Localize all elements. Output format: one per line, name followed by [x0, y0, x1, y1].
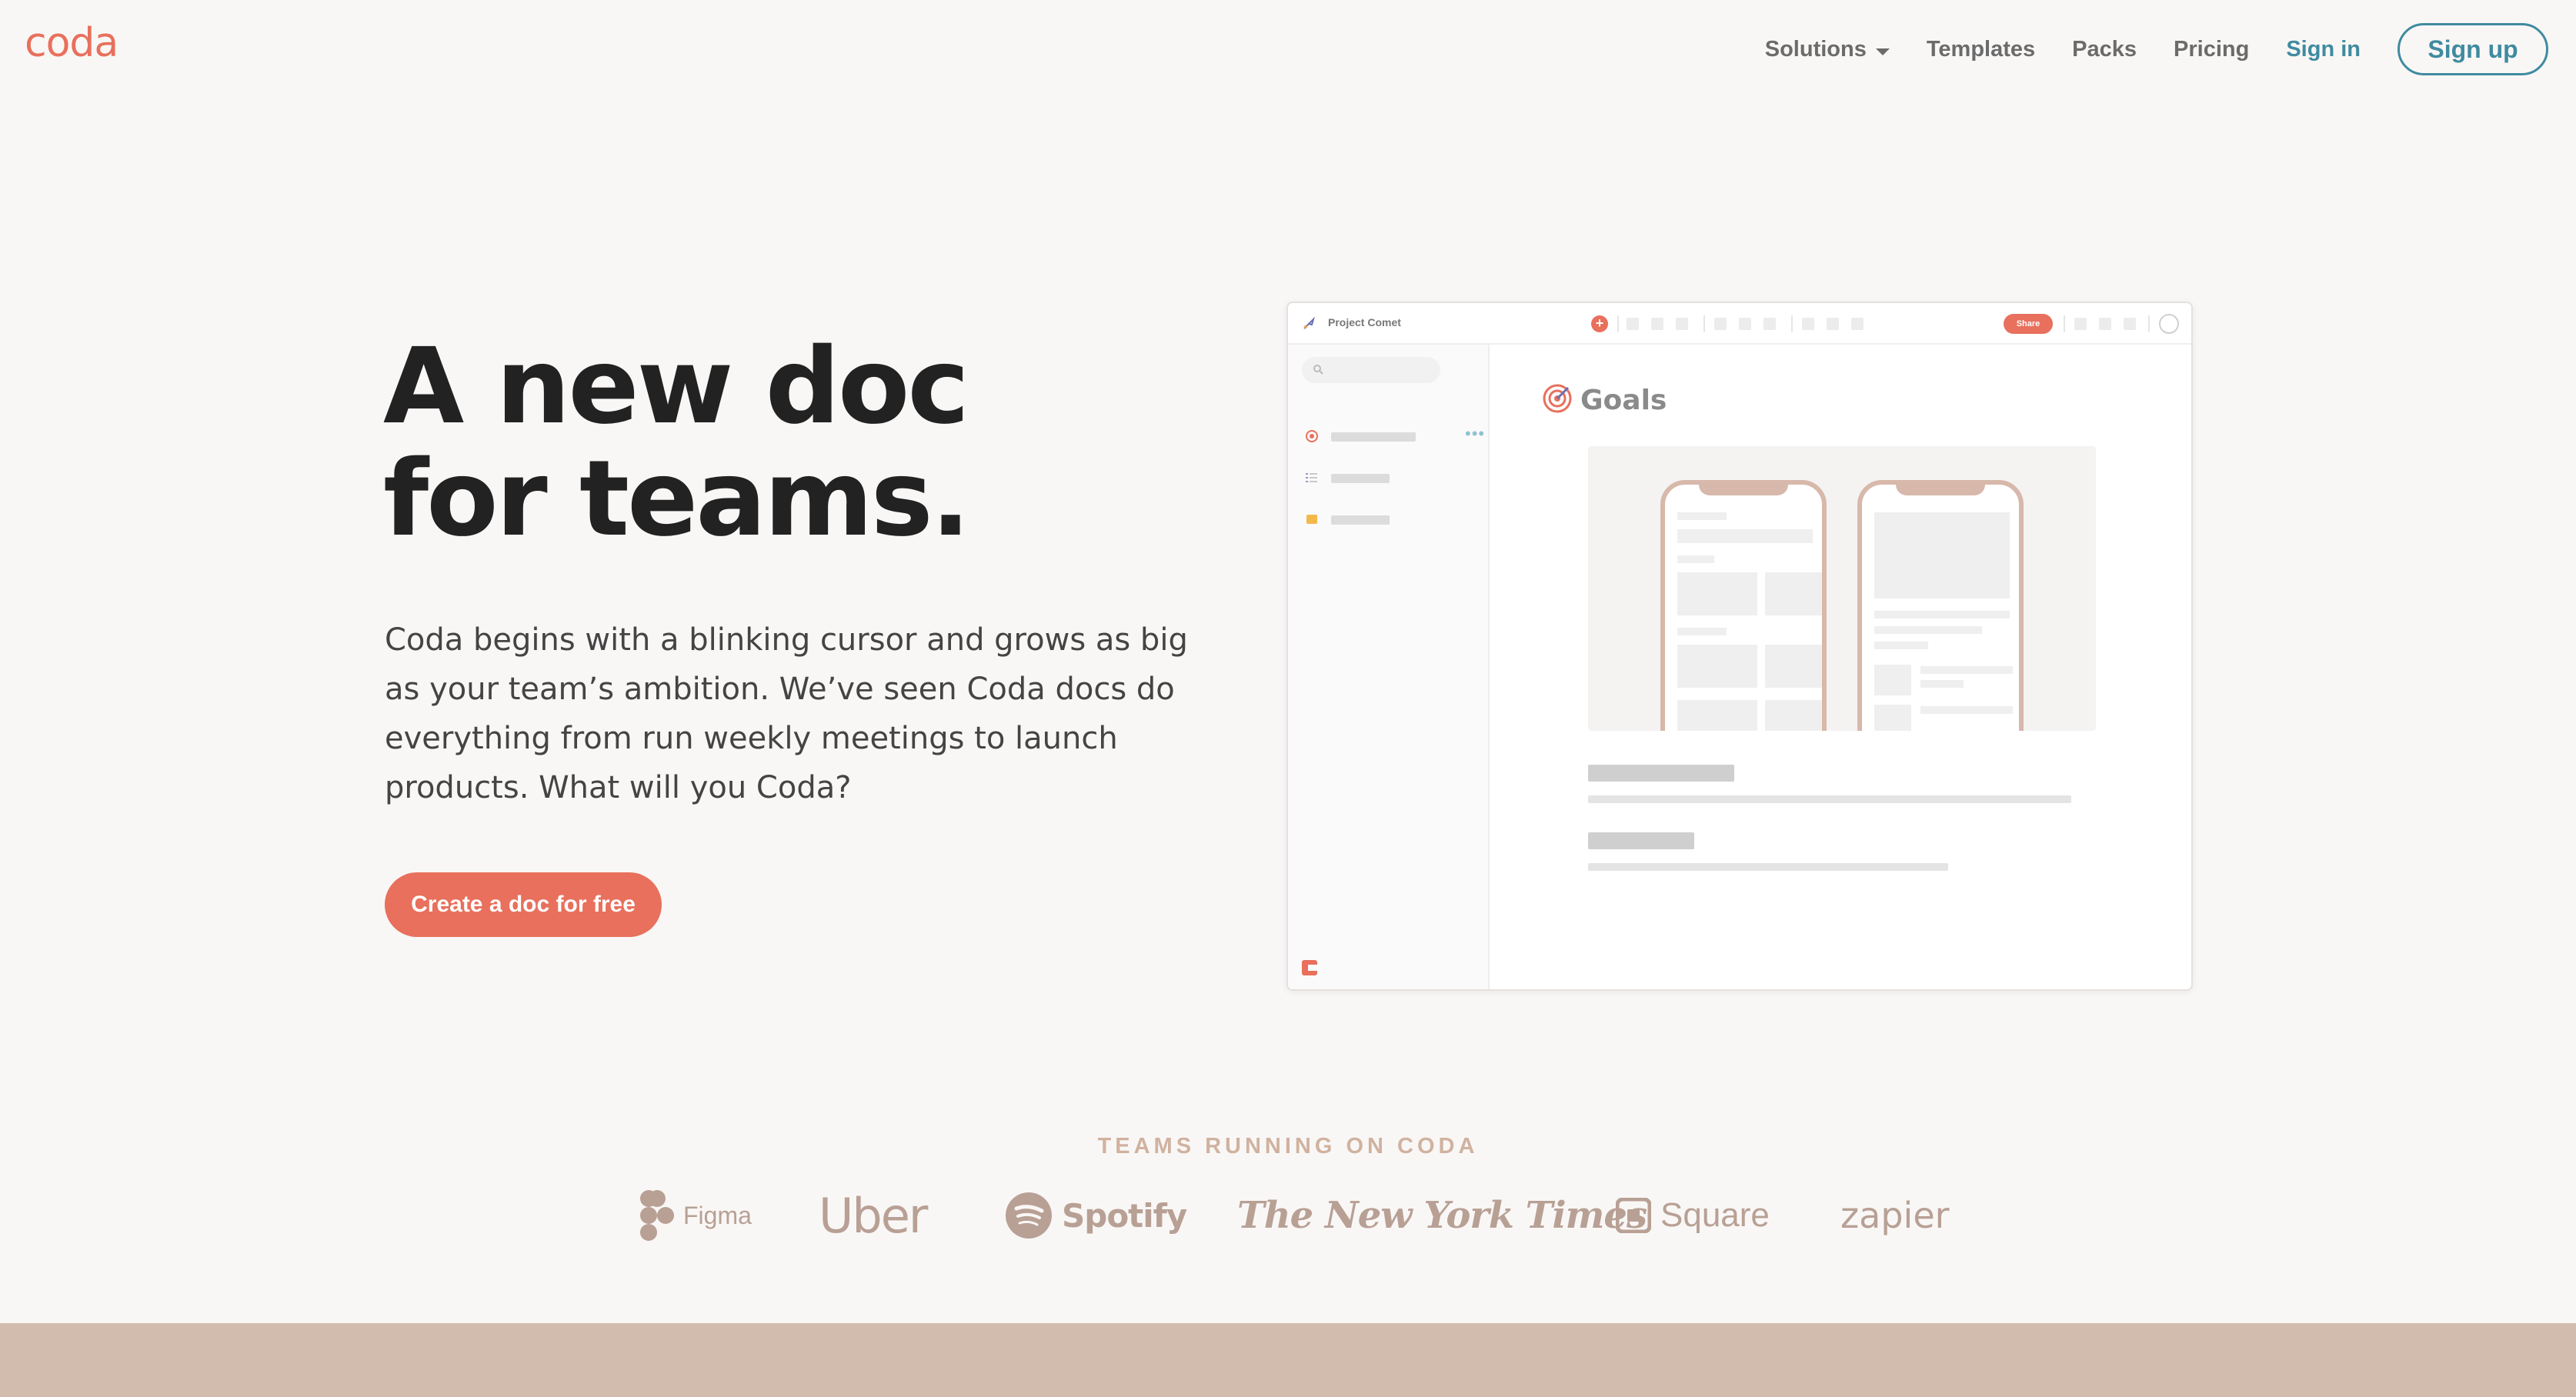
preview-sidebar-item [1305, 469, 1482, 485]
toolbar-icon [1651, 318, 1663, 330]
toolbar-divider [1617, 315, 1619, 332]
nav-pricing[interactable]: Pricing [2174, 37, 2249, 62]
preview-canvas: Goals [1491, 345, 2191, 989]
sign-up-button[interactable]: Sign up [2397, 23, 2548, 75]
square-icon [1616, 1198, 1651, 1233]
customer-logos: Figma Uber Spotify The New York Times Sq… [0, 1185, 2576, 1246]
phone-illustration [1660, 480, 1827, 731]
square-wordmark: Square [1660, 1196, 1770, 1234]
preview-sidebar-item: ••• [1305, 424, 1486, 443]
toolbar-divider [2148, 315, 2150, 332]
nyt-logo: The New York Times [1237, 1194, 1647, 1237]
placeholder-heading [1588, 765, 1734, 782]
toolbar-icon [1739, 318, 1751, 330]
toolbar-icon [1827, 318, 1839, 330]
toolbar-icon [1627, 318, 1639, 330]
toolbar-icon [2074, 318, 2087, 330]
preview-page-title: Goals [1580, 385, 1667, 416]
toolbar-icon [1851, 318, 1864, 330]
hero-title: A new doc for teams. [383, 326, 970, 560]
note-icon [1306, 515, 1317, 524]
search-icon [1313, 365, 1323, 375]
hero-title-line-1: A new doc [383, 326, 969, 448]
bottom-band [0, 1323, 2576, 1397]
preview-share-button: Share [2004, 314, 2053, 334]
sidebar-placeholder [1331, 515, 1390, 525]
list-icon [1306, 473, 1317, 482]
placeholder-heading [1588, 832, 1694, 849]
nav-solutions-label: Solutions [1764, 36, 1867, 62]
toolbar-icon [1763, 318, 1776, 330]
sign-in-link[interactable]: Sign in [2286, 37, 2361, 62]
avatar [2159, 314, 2179, 334]
spotify-icon [1006, 1192, 1052, 1239]
toolbar-divider [1791, 315, 1793, 332]
nav-packs[interactable]: Packs [2072, 37, 2137, 62]
plus-icon: + [1591, 315, 1608, 332]
preview-search [1302, 357, 1440, 383]
sidebar-placeholder [1331, 474, 1390, 483]
figma-icon [640, 1190, 674, 1241]
rocket-icon [1303, 317, 1315, 329]
placeholder-line [1588, 795, 2071, 803]
phone-notch [1699, 485, 1788, 495]
toolbar-icon [1676, 318, 1688, 330]
nav-links: Solutions Templates Packs Pricing Sign i… [1728, 23, 2548, 75]
preview-doc-name: Project Comet [1328, 316, 1401, 328]
nav-solutions[interactable]: Solutions [1765, 37, 1890, 62]
square-logo: Square [1616, 1185, 1770, 1246]
create-doc-button[interactable]: Create a doc for free [385, 872, 662, 937]
chevron-down-icon [1875, 48, 1890, 55]
preview-sidebar-item [1305, 511, 1482, 526]
spotify-wordmark: Spotify [1062, 1196, 1187, 1235]
hero-title-line-2: for teams. [383, 438, 970, 560]
hero-description: Coda begins with a blinking cursor and g… [385, 622, 1188, 805]
coda-mark-icon [1302, 960, 1317, 975]
toolbar-divider [2064, 315, 2065, 332]
app-preview: Project Comet + Share ••• Goals [1286, 302, 2193, 991]
more-icon: ••• [1465, 424, 1486, 443]
toolbar-divider [1703, 315, 1705, 332]
spotify-logo: Spotify [1005, 1185, 1187, 1246]
toolbar-icon [1714, 318, 1727, 330]
target-icon [1543, 384, 1572, 413]
phone-notch [1896, 485, 1985, 495]
sidebar-placeholder [1331, 432, 1416, 442]
figma-logo: Figma [640, 1185, 752, 1246]
preview-sidebar: ••• [1288, 345, 1490, 989]
figma-wordmark: Figma [683, 1201, 752, 1229]
top-nav: coda Solutions Templates Packs Pricing S… [0, 0, 2576, 98]
toolbar-icon [2124, 318, 2136, 330]
toolbar-icon [1802, 318, 1814, 330]
teams-label: TEAMS RUNNING ON CODA [1097, 1134, 1479, 1159]
coda-logo[interactable]: coda [25, 20, 118, 66]
uber-logo: Uber [819, 1187, 928, 1244]
target-icon [1306, 430, 1318, 442]
toolbar-icon [2099, 318, 2111, 330]
phone-illustration [1857, 480, 2024, 731]
zapier-logo: zapier [1840, 1195, 1950, 1236]
placeholder-line [1588, 863, 1948, 871]
preview-toolbar: Project Comet + Share [1288, 303, 2191, 345]
nav-templates[interactable]: Templates [1927, 37, 2035, 62]
phone-mockup-image [1588, 446, 2096, 731]
